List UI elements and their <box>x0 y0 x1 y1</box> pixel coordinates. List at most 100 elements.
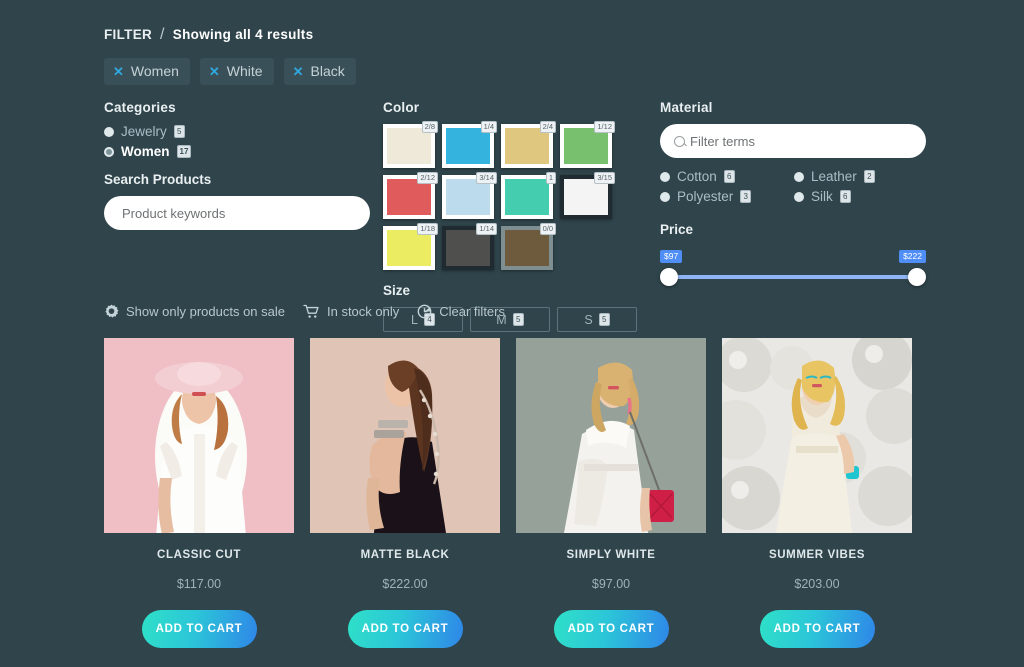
material-option-leather[interactable]: Leather 2 <box>794 169 928 184</box>
color-swatch-brown[interactable]: 0/0 <box>501 226 553 270</box>
product-price: $222.00 <box>310 577 500 591</box>
swatch-fill <box>387 230 431 266</box>
slider-track[interactable] <box>667 275 919 279</box>
chip-label: White <box>227 63 263 79</box>
material-count: 3 <box>740 190 751 203</box>
color-swatch-dark-grey[interactable]: 1/14 <box>442 226 494 270</box>
swatch-count: 1/18 <box>417 223 438 235</box>
on-sale-label: Show only products on sale <box>126 304 285 319</box>
clear-filters[interactable]: Clear filters <box>417 304 505 319</box>
product-price: $117.00 <box>104 577 294 591</box>
add-to-cart-button[interactable]: ADD TO CART <box>554 610 669 648</box>
material-options: Cotton 6 Leather 2 Polyester 3 Silk 6 <box>660 169 928 209</box>
material-label: Polyester <box>677 189 733 204</box>
radio-icon[interactable] <box>660 172 670 182</box>
chip-label: Black <box>311 63 345 79</box>
search-input[interactable] <box>104 196 370 230</box>
price-title: Price <box>660 222 928 237</box>
radio-icon[interactable] <box>794 172 804 182</box>
swatch-count: 3/14 <box>476 172 497 184</box>
results-count: Showing all 4 results <box>173 27 314 42</box>
radio-icon-selected[interactable] <box>104 147 114 157</box>
product-name: SUMMER VIBES <box>722 549 912 561</box>
swatch-fill <box>564 128 608 164</box>
swatch-fill <box>446 179 490 215</box>
category-count: 5 <box>174 125 185 138</box>
product-image-summer-vibes[interactable] <box>722 338 912 533</box>
clear-filters-label: Clear filters <box>439 304 505 319</box>
product-image-matte-black[interactable] <box>310 338 500 533</box>
category-count: 17 <box>177 145 192 158</box>
close-icon[interactable]: ✕ <box>209 65 220 78</box>
size-title: Size <box>383 283 637 298</box>
add-to-cart-button[interactable]: ADD TO CART <box>760 610 875 648</box>
product-name: MATTE BLACK <box>310 549 500 561</box>
slider-handle-min[interactable] <box>660 268 678 286</box>
material-filter-wrap[interactable] <box>660 124 926 158</box>
category-option-jewelry[interactable]: Jewelry 5 <box>104 124 372 139</box>
search-icon <box>674 136 685 147</box>
product-card-matte-black[interactable]: MATTE BLACK $222.00 ADD TO CART <box>310 338 500 648</box>
swatch-count: 2/12 <box>417 172 438 184</box>
material-filter-input[interactable] <box>690 134 912 149</box>
product-card-summer-vibes[interactable]: SUMMER VIBES $203.00 ADD TO CART <box>722 338 912 648</box>
product-image-classic-cut[interactable] <box>104 338 294 533</box>
color-swatch-teal[interactable]: 1 <box>501 175 553 219</box>
product-price: $97.00 <box>516 577 706 591</box>
chip-women[interactable]: ✕ Women <box>104 58 190 85</box>
material-option-silk[interactable]: Silk 6 <box>794 189 928 204</box>
swatch-fill <box>505 230 549 266</box>
refresh-icon <box>417 304 432 319</box>
swatch-count: 1/14 <box>476 223 497 235</box>
color-swatch-sand[interactable]: 2/4 <box>501 124 553 168</box>
material-option-cotton[interactable]: Cotton 6 <box>660 169 794 184</box>
toggle-on-sale[interactable]: Show only products on sale <box>104 304 285 319</box>
product-grid: CLASSIC CUT $117.00 ADD TO CART <box>104 338 924 648</box>
price-range-slider[interactable]: $97 $222 <box>660 250 926 292</box>
categories-title: Categories <box>104 100 372 115</box>
in-stock-label: In stock only <box>327 304 399 319</box>
material-label: Leather <box>811 169 857 184</box>
color-column: Color 2/8 1/4 2/4 1/12 2/12 <box>383 100 637 332</box>
radio-icon[interactable] <box>660 192 670 202</box>
filter-toolbar: Show only products on sale In stock only… <box>104 304 505 319</box>
category-label: Women <box>121 144 170 159</box>
size-count: 5 <box>599 313 610 326</box>
toggle-in-stock[interactable]: In stock only <box>303 304 399 319</box>
add-to-cart-button[interactable]: ADD TO CART <box>348 610 463 648</box>
color-swatch-yellow[interactable]: 1/18 <box>383 226 435 270</box>
search-products-title: Search Products <box>104 172 372 187</box>
sale-badge-icon <box>104 304 119 319</box>
swatch-count: 0/0 <box>540 223 556 235</box>
swatch-fill <box>387 128 431 164</box>
price-min-label: $97 <box>660 250 682 263</box>
category-option-women[interactable]: Women 17 <box>104 144 372 159</box>
color-swatch-red[interactable]: 2/12 <box>383 175 435 219</box>
radio-icon[interactable] <box>794 192 804 202</box>
close-icon[interactable]: ✕ <box>293 65 304 78</box>
chip-white[interactable]: ✕ White <box>200 58 274 85</box>
material-count: 2 <box>864 170 875 183</box>
color-swatch-cyan[interactable]: 1/4 <box>442 124 494 168</box>
slider-handle-max[interactable] <box>908 268 926 286</box>
radio-icon[interactable] <box>104 127 114 137</box>
color-swatch-cream[interactable]: 2/8 <box>383 124 435 168</box>
product-card-classic-cut[interactable]: CLASSIC CUT $117.00 ADD TO CART <box>104 338 294 648</box>
color-swatch-green[interactable]: 1/12 <box>560 124 612 168</box>
product-card-simply-white[interactable]: SIMPLY WHITE $97.00 ADD TO CART <box>516 338 706 648</box>
swatch-count: 1 <box>546 172 556 184</box>
close-icon[interactable]: ✕ <box>113 65 124 78</box>
swatch-fill <box>505 128 549 164</box>
color-swatch-white[interactable]: 3/15 <box>560 175 612 219</box>
size-button-s[interactable]: S 5 <box>557 307 637 332</box>
color-swatch-light-blue[interactable]: 3/14 <box>442 175 494 219</box>
filter-header: FILTER / Showing all 4 results <box>104 26 313 44</box>
material-column: Material Cotton 6 Leather 2 Polyester 3 <box>660 100 928 292</box>
swatch-fill <box>505 179 549 215</box>
material-option-polyester[interactable]: Polyester 3 <box>660 189 794 204</box>
product-image-simply-white[interactable] <box>516 338 706 533</box>
add-to-cart-button[interactable]: ADD TO CART <box>142 610 257 648</box>
size-count: 5 <box>513 313 524 326</box>
chip-black[interactable]: ✕ Black <box>284 58 356 85</box>
price-max-label: $222 <box>899 250 926 263</box>
